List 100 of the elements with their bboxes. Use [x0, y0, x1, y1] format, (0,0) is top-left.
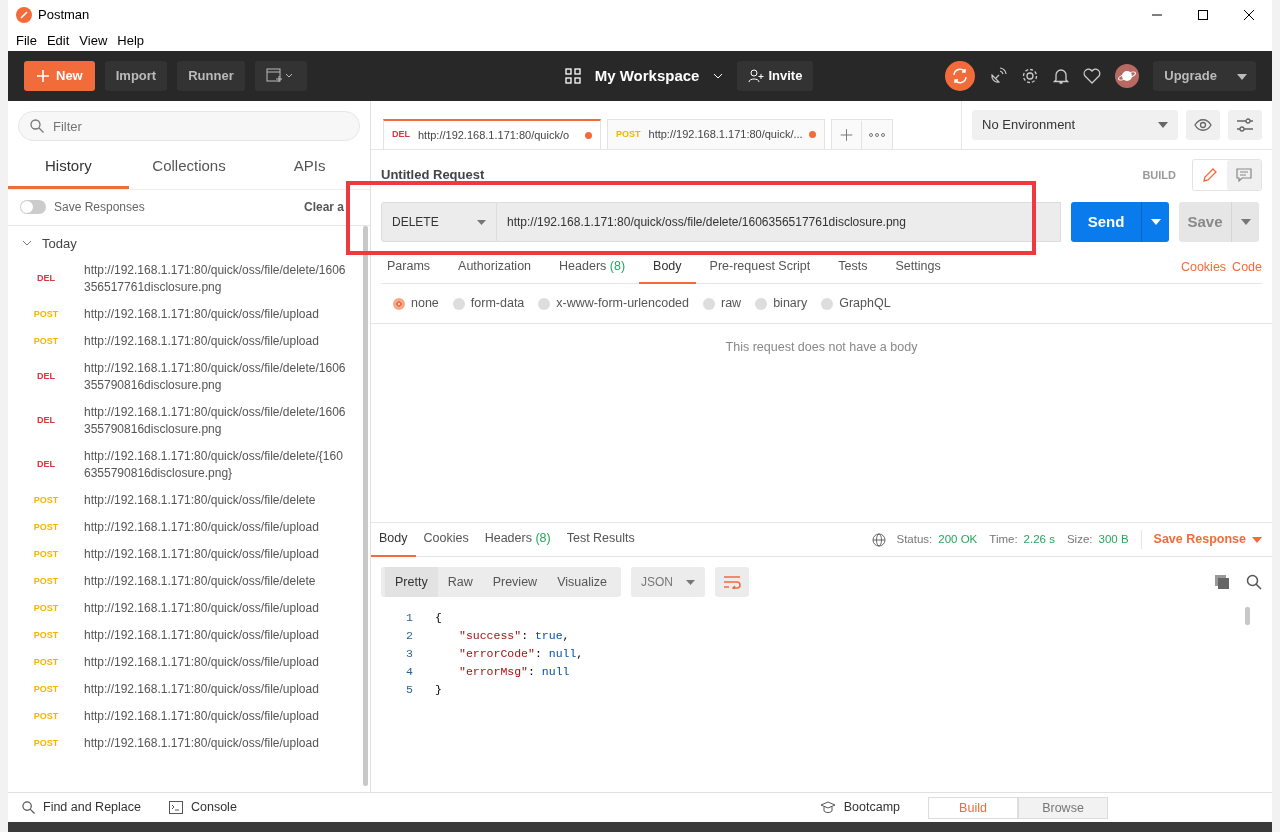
- radio-option[interactable]: x-www-form-urlencoded: [538, 294, 689, 313]
- history-url[interactable]: http://192.168.1.171:80/quick/oss/file/upload: [84, 681, 346, 698]
- globe-icon: [872, 532, 887, 547]
- request-tab[interactable]: DEL http://192.168.1.171:80/quick/o: [383, 119, 601, 149]
- response-tab[interactable]: Test Results: [558, 522, 643, 557]
- view-tab[interactable]: Pretty: [385, 567, 438, 597]
- radio-option[interactable]: none: [393, 294, 439, 313]
- console-button[interactable]: Console: [191, 798, 237, 817]
- request-section-tab[interactable]: Body: [639, 251, 696, 284]
- method-label: POST: [32, 628, 60, 642]
- caret-icon[interactable]: [1252, 536, 1262, 543]
- radio-option[interactable]: raw: [703, 294, 742, 313]
- stat-label: Status:: [896, 531, 933, 547]
- caret-icon[interactable]: [1141, 202, 1169, 242]
- request-section-tab[interactable]: Params: [381, 251, 445, 284]
- send-button[interactable]: Send: [1071, 202, 1141, 242]
- bell-icon[interactable]: [1053, 67, 1070, 85]
- runner-button[interactable]: Runner: [177, 61, 245, 91]
- scrollbar[interactable]: [363, 226, 368, 786]
- response-tab[interactable]: Body: [371, 522, 416, 557]
- method-label: POST: [32, 655, 60, 669]
- history-url[interactable]: http://192.168.1.171:80/quick/oss/file/upload: [84, 306, 346, 323]
- graduation-cap-icon[interactable]: [819, 801, 836, 814]
- line-number: 4: [405, 664, 414, 680]
- history-url[interactable]: http://192.168.1.171:80/quick/oss/file/delete/1606356517761disclosure.png: [84, 262, 346, 296]
- sidebar-tab[interactable]: APIs: [249, 149, 370, 189]
- method-dropdown[interactable]: DELETE: [381, 202, 497, 242]
- toggle-switch[interactable]: [20, 200, 46, 214]
- radio-option[interactable]: binary: [755, 294, 808, 313]
- history-url[interactable]: http://192.168.1.171:80/quick/oss/file/upload: [84, 627, 346, 644]
- history-url[interactable]: http://192.168.1.171:80/quick/oss/file/delete/{1606355790816disclosure.png}: [84, 448, 346, 482]
- console-icon[interactable]: [169, 801, 183, 814]
- line-number: 5: [405, 682, 414, 698]
- history-url[interactable]: http://192.168.1.171:80/quick/oss/file/delete/1606355790816disclosure.png: [84, 360, 346, 394]
- method-label: POST: [32, 736, 60, 750]
- bootcamp-button[interactable]: Bootcamp: [843, 798, 900, 817]
- method-label: DEL: [36, 370, 56, 384]
- avatar-icon[interactable]: [1115, 64, 1140, 88]
- request-section-tab[interactable]: Tests: [824, 251, 882, 284]
- satellite-icon[interactable]: [989, 67, 1008, 85]
- history-url[interactable]: http://192.168.1.171:80/quick/oss/file/upload: [84, 519, 346, 536]
- menu-item[interactable]: File: [11, 30, 42, 51]
- radio-option[interactable]: GraphQL: [821, 294, 891, 313]
- code-line: "errorCode": null,: [458, 646, 584, 662]
- radio-option[interactable]: form-data: [452, 294, 525, 313]
- request-section-tab[interactable]: Settings: [881, 251, 955, 284]
- group-label: Today: [42, 234, 77, 253]
- view-tab[interactable]: Preview: [482, 567, 548, 597]
- copy-icon[interactable]: [1214, 574, 1230, 590]
- history-url[interactable]: http://192.168.1.171:80/quick/oss/file/upload: [84, 546, 346, 563]
- history-url[interactable]: http://192.168.1.171:80/quick/oss/file/upload: [84, 735, 346, 752]
- view-tab[interactable]: Visualize: [547, 567, 617, 597]
- view-tab[interactable]: Raw: [437, 567, 483, 597]
- filter-field[interactable]: Filter: [18, 111, 360, 141]
- workspace-dropdown[interactable]: My Workspace: [588, 63, 706, 89]
- history-url[interactable]: http://192.168.1.171:80/quick/oss/file/delete: [84, 573, 346, 590]
- sync-icon[interactable]: [945, 61, 976, 91]
- menu-item[interactable]: View: [74, 30, 113, 51]
- request-section-tab[interactable]: Authorization: [444, 251, 546, 284]
- response-tab[interactable]: Cookies: [415, 522, 477, 557]
- sidebar-tab[interactable]: Collections: [128, 149, 250, 189]
- request-section-tab[interactable]: Headers (8): [545, 251, 640, 284]
- sliders-icon[interactable]: [1228, 110, 1262, 140]
- chevron-icon[interactable]: [713, 73, 724, 79]
- invite-button[interactable]: Invite: [737, 61, 814, 91]
- format-dropdown[interactable]: JSON: [630, 567, 705, 597]
- request-section-tab[interactable]: Pre-request Script: [695, 251, 825, 284]
- menu-item[interactable]: Help: [112, 30, 150, 51]
- settings-icon[interactable]: [1021, 67, 1040, 85]
- method-label: POST: [32, 547, 60, 561]
- eye-icon[interactable]: [1186, 110, 1221, 140]
- url-field[interactable]: http://192.168.1.171:80/quick/oss/file/delete/1606356517761disclosure.png: [497, 202, 1061, 242]
- history-url[interactable]: http://192.168.1.171:80/quick/oss/file/upload: [84, 600, 346, 617]
- response-tab[interactable]: Headers (8): [476, 522, 559, 557]
- line-number: 2: [405, 628, 414, 644]
- clear-all-link[interactable]: Clear a: [303, 198, 344, 216]
- environment-dropdown[interactable]: No Environment: [972, 110, 1179, 140]
- history-url[interactable]: http://192.168.1.171:80/quick/oss/file/upload: [84, 333, 346, 350]
- request-name: Untitled Request: [381, 166, 485, 185]
- code-line: "success": true,: [458, 628, 571, 644]
- history-url[interactable]: http://192.168.1.171:80/quick/oss/file/delete/1606355790816disclosure.png: [84, 404, 346, 438]
- heart-icon[interactable]: [1083, 68, 1102, 84]
- scrollbar[interactable]: [1245, 607, 1250, 625]
- search-icon[interactable]: [22, 801, 35, 814]
- new-window-button[interactable]: [254, 61, 307, 91]
- caret-icon: [477, 219, 486, 225]
- search-icon[interactable]: [1246, 574, 1262, 590]
- history-url[interactable]: http://192.168.1.171:80/quick/oss/file/delete: [84, 492, 346, 509]
- sidebar-tab[interactable]: History: [8, 149, 129, 189]
- history-url[interactable]: http://192.168.1.171:80/quick/oss/file/upload: [84, 654, 346, 671]
- request-tab[interactable]: POST http://192.168.1.171:80/quick/...: [607, 119, 825, 149]
- mode-tab[interactable]: Browse: [1018, 796, 1108, 819]
- method-label: POST: [32, 601, 60, 615]
- import-button[interactable]: Import: [104, 61, 168, 91]
- toggle-label: Save Responses: [54, 199, 145, 216]
- method-label: POST: [32, 493, 60, 507]
- find-replace-button[interactable]: Find and Replace: [43, 798, 141, 817]
- window-title: Postman: [38, 6, 90, 25]
- menu-item[interactable]: Edit: [41, 30, 75, 51]
- history-url[interactable]: http://192.168.1.171:80/quick/oss/file/upload: [84, 708, 346, 725]
